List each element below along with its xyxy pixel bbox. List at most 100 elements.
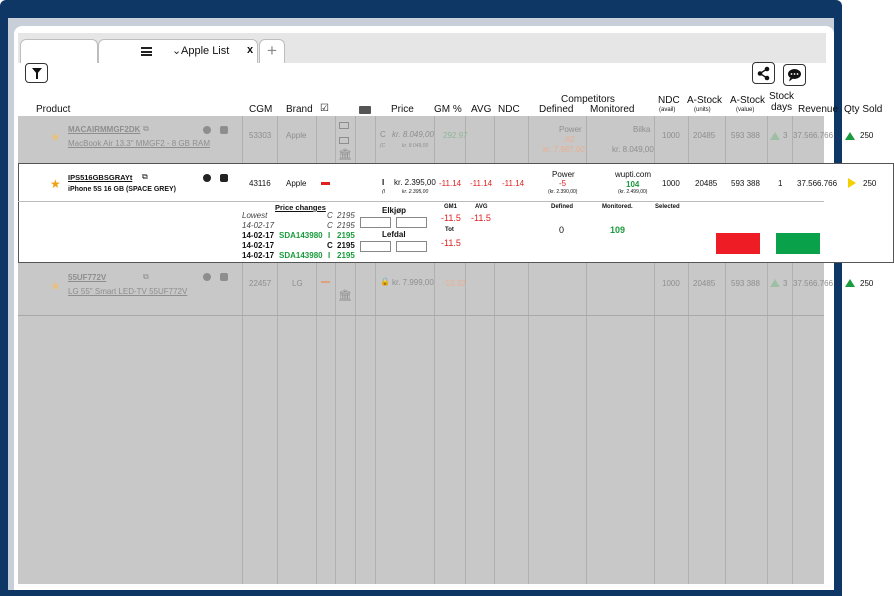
store-label: Lefdal <box>382 230 406 239</box>
col-header-ndc-avail[interactable]: NDC <box>658 95 680 106</box>
chevron-down-icon[interactable]: ⌄ <box>172 44 181 57</box>
history-price: 2195 <box>337 231 355 240</box>
app-content: ⌄ Apple List x + Product CGM Brand ☑ Pri… <box>18 33 894 590</box>
product-sku[interactable]: 55UF772V <box>68 273 106 282</box>
comment-icon <box>788 69 801 82</box>
comp-defined-price: kr. 7.987,00 <box>543 145 585 154</box>
trend-flat-icon <box>848 178 856 188</box>
col-header-price[interactable]: Price <box>391 104 414 115</box>
edit-icon[interactable] <box>220 273 228 281</box>
edit-icon[interactable] <box>220 126 228 134</box>
price-mode-icon[interactable] <box>359 106 371 114</box>
history-code: C <box>327 211 333 220</box>
col-header-defined[interactable]: Defined <box>539 104 573 115</box>
price-value: kr. 8.049,00 <box>392 130 434 139</box>
comp-monitored-name: wupti.com <box>615 170 652 179</box>
product-sku[interactable]: MACAIRMMGF2DK <box>68 125 140 134</box>
tab-label: Apple List <box>181 45 230 57</box>
copy-icon[interactable]: ⧉ <box>143 124 149 134</box>
defined-value: 0 <box>559 225 565 235</box>
col-header-monitored[interactable]: Monitored <box>590 104 634 115</box>
col-header-stock-days-2: days <box>771 102 793 113</box>
favorite-star-icon[interactable]: ★ <box>50 279 61 293</box>
cgm-value: 22457 <box>249 279 272 288</box>
col-header-astock-value[interactable]: A-Stock <box>730 95 765 106</box>
col-header-ndc[interactable]: NDC <box>498 104 520 115</box>
copy-icon[interactable]: ⧉ <box>142 172 148 182</box>
col-header-qty-sold[interactable]: Qty Sold <box>844 104 882 115</box>
gm1-value: -11.5 <box>441 213 461 223</box>
price-code-small: (C <box>380 143 386 149</box>
trend-up-icon <box>845 279 855 287</box>
store1-input-a[interactable] <box>360 217 391 228</box>
history-note: SDA143980 <box>279 251 323 260</box>
share-button[interactable] <box>752 62 775 84</box>
reject-button[interactable] <box>716 233 760 254</box>
tab-empty[interactable] <box>20 39 98 63</box>
info-icon[interactable] <box>203 174 211 182</box>
price-code: C <box>380 130 386 139</box>
lock-icon: 🔒 <box>380 277 390 286</box>
copy-icon[interactable]: ⧉ <box>143 272 149 282</box>
info-icon[interactable] <box>203 273 211 281</box>
astock-value-value: 593 388 <box>731 131 760 140</box>
price-value-small: kr. 2.395,00 <box>402 189 429 195</box>
edit-icon[interactable] <box>220 174 228 182</box>
tab-apple-list[interactable]: ⌄ Apple List x <box>98 39 258 63</box>
price-changes-title[interactable]: Price changes <box>275 203 326 212</box>
history-date: 14-02-17 <box>242 231 275 240</box>
astock-value-value: 593 388 <box>731 179 760 188</box>
col-header-stock-days-1[interactable]: Stock <box>769 91 794 102</box>
tab-close-button[interactable]: x <box>247 44 253 56</box>
bank-icon: 🏛 <box>338 290 352 302</box>
tot-label: Tot <box>445 227 454 233</box>
comp-monitored-diff: 104 <box>626 180 640 189</box>
monitored-label: Monitored. <box>602 204 633 210</box>
col-header-product[interactable]: Product <box>36 104 70 115</box>
history-code: I <box>328 231 331 240</box>
qty-sold-value: 250 <box>863 179 877 188</box>
product-sku[interactable]: IPS516GBSGRAYt <box>68 173 132 182</box>
store1-input-b[interactable] <box>396 217 427 228</box>
comp-monitored-price: kr. 8.049,00 <box>612 145 654 154</box>
store-icon <box>339 137 349 144</box>
ndc-avail-value: 1000 <box>662 131 680 140</box>
list-icon <box>141 47 152 56</box>
product-name[interactable]: MacBook Air 13.3" MMGF2 - 8 GB RAM <box>68 139 210 148</box>
comment-button[interactable] <box>783 64 806 86</box>
add-tab-button[interactable]: + <box>259 39 285 63</box>
accept-button[interactable] <box>776 233 820 254</box>
col-header-cgm[interactable]: CGM <box>249 104 272 115</box>
col-header-revenue[interactable]: Revenue <box>798 104 838 115</box>
favorite-star-icon[interactable]: ★ <box>50 130 61 144</box>
comp-monitored-price: (kr. 2.499,00) <box>618 189 648 195</box>
gm-value: -11.14 <box>439 179 462 188</box>
avg-detail-value: -11.5 <box>471 213 491 223</box>
tot-value: -11.5 <box>441 238 461 248</box>
product-name[interactable]: LG 55" Smart LED-TV 55UF772V <box>68 287 187 296</box>
cgm-value: 53303 <box>249 131 272 140</box>
comp-defined-diff: -5 <box>559 179 567 188</box>
col-header-brand[interactable]: Brand <box>286 104 313 115</box>
info-icon[interactable] <box>203 126 211 134</box>
price-value-small: kr. 8.049,00 <box>402 143 429 149</box>
filter-button[interactable] <box>25 63 48 83</box>
astock-units-value: 20485 <box>695 179 718 188</box>
store2-input-a[interactable] <box>360 241 391 252</box>
favorite-star-icon[interactable]: ★ <box>50 177 61 191</box>
stock-days-value: 3 <box>783 131 788 140</box>
col-header-gm[interactable]: GM % <box>434 104 462 115</box>
product-name[interactable]: iPhone 5S 16 GB (SPACE GREY) <box>68 186 176 193</box>
brand-value: LG <box>292 279 303 288</box>
col-header-avg[interactable]: AVG <box>471 104 491 115</box>
bank-icon: 🏛 <box>338 149 352 161</box>
gm-value: -10.32 <box>443 279 466 288</box>
history-price: 2195 <box>337 241 355 250</box>
comp-defined-price: (kr. 2.390,00) <box>548 189 578 195</box>
col-header-ndc-avail-sub: (avail) <box>659 107 676 113</box>
check-all-icon[interactable]: ☑ <box>320 103 329 114</box>
ndc-value: -11.14 <box>502 179 525 188</box>
col-header-astock-units[interactable]: A-Stock <box>687 95 722 106</box>
store2-input-b[interactable] <box>396 241 427 252</box>
history-price: 2195 <box>337 251 355 260</box>
